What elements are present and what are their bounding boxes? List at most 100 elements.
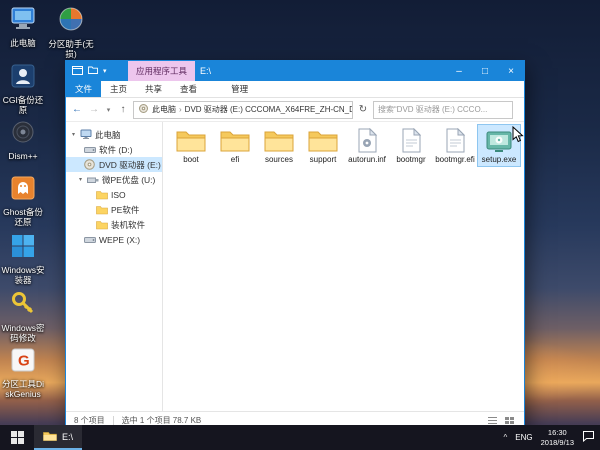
address-bar[interactable]: 此电脑 › DVD 驱动器 (E:) CCCOMA_X64FRE_ZH-CN_D… bbox=[133, 101, 353, 119]
forward-button[interactable]: → bbox=[87, 104, 101, 115]
folder-icon bbox=[264, 127, 294, 153]
file-item-folder[interactable]: support bbox=[301, 124, 345, 167]
tab-file[interactable]: 文件 bbox=[66, 81, 101, 97]
desktop-icon-this-pc[interactable]: 此电脑 bbox=[0, 6, 46, 48]
desktop-icon-windows-installer[interactable]: Windows安装器 bbox=[0, 234, 46, 285]
nav-item-usb-u[interactable]: ▾ 微PE优盘 (U:) bbox=[66, 172, 162, 187]
address-drive-icon bbox=[138, 104, 149, 115]
tab-view[interactable]: 查看 bbox=[171, 81, 206, 97]
file-icon bbox=[446, 127, 465, 153]
ghost-backup-icon bbox=[11, 176, 35, 205]
title-bar[interactable]: ▾ 应用程序工具 E:\ – □ × bbox=[66, 61, 524, 81]
tab-manage[interactable]: 管理 bbox=[222, 81, 257, 97]
file-name: sources bbox=[265, 155, 293, 164]
nav-item-label: 装机软件 bbox=[111, 219, 145, 231]
expand-arrow-icon[interactable]: ▾ bbox=[77, 176, 84, 183]
folder-icon bbox=[176, 127, 206, 153]
windows-logo-icon bbox=[11, 431, 24, 444]
desktop-wallpaper: 此电脑 分区助手(无损) CGI备份还原 Dism++ Ghost备份还原 Wi… bbox=[0, 0, 600, 450]
nav-item-label: PE软件 bbox=[111, 204, 139, 216]
maximize-button[interactable]: □ bbox=[472, 61, 498, 81]
taskbar-explorer-label: E:\ bbox=[62, 432, 73, 442]
action-center-icon[interactable] bbox=[582, 429, 595, 447]
taskbar-clock[interactable]: 16:30 2018/9/13 bbox=[541, 428, 574, 448]
status-divider bbox=[113, 416, 114, 426]
ribbon-tab-row: 文件 主页 共享 查看 管理 bbox=[66, 81, 524, 98]
nav-item-dvd-drive-e[interactable]: DVD 驱动器 (E:) C bbox=[66, 157, 162, 172]
qat-folder-icon[interactable] bbox=[88, 66, 98, 76]
system-tray: ^ ENG 16:30 2018/9/13 bbox=[504, 425, 600, 450]
partition-assistant-icon bbox=[58, 6, 84, 37]
folder-icon bbox=[96, 205, 108, 215]
usb-drive-icon bbox=[87, 175, 99, 185]
breadcrumb-root[interactable]: 此电脑 bbox=[152, 104, 176, 115]
minimize-button[interactable]: – bbox=[446, 61, 472, 81]
nav-item-folder-iso[interactable]: ISO bbox=[66, 187, 162, 202]
language-indicator[interactable]: ENG bbox=[515, 433, 532, 442]
nav-item-label: DVD 驱动器 (E:) C bbox=[99, 159, 162, 171]
desktop-icon-label: 此电脑 bbox=[10, 38, 36, 48]
file-name: bootmgr bbox=[396, 155, 425, 164]
desktop-icon-label: Windows安装器 bbox=[0, 265, 46, 285]
refresh-button[interactable]: ↻ bbox=[356, 104, 370, 115]
nav-item-label: ISO bbox=[111, 190, 126, 200]
file-name: autorun.inf bbox=[348, 155, 386, 164]
nav-item-drive-d[interactable]: 软件 (D:) bbox=[66, 142, 162, 157]
drive-icon bbox=[84, 145, 96, 155]
back-button[interactable]: ← bbox=[70, 104, 84, 115]
tab-home[interactable]: 主页 bbox=[101, 81, 136, 97]
nav-item-label: 软件 (D:) bbox=[99, 144, 133, 156]
window-system-icon[interactable] bbox=[72, 66, 83, 77]
file-item-inf[interactable]: autorun.inf bbox=[345, 124, 389, 167]
desktop-icon-partition-assistant[interactable]: 分区助手(无损) bbox=[48, 6, 94, 59]
desktop-icon-label: 分区工具DiskGenius bbox=[0, 379, 46, 399]
window-title: E:\ bbox=[200, 66, 211, 76]
dism-icon bbox=[11, 120, 35, 149]
file-item-file[interactable]: bootmgr.efi bbox=[433, 124, 477, 167]
close-button[interactable]: × bbox=[498, 61, 524, 81]
tab-share[interactable]: 共享 bbox=[136, 81, 171, 97]
file-item-folder[interactable]: sources bbox=[257, 124, 301, 167]
desktop-icon-dism[interactable]: Dism++ bbox=[0, 120, 46, 161]
file-icon bbox=[402, 127, 421, 153]
up-button[interactable]: ↑ bbox=[116, 104, 130, 115]
desktop-icon-label: Ghost备份还原 bbox=[0, 207, 46, 227]
explorer-main: ▾ 此电脑 软件 (D:) DVD 驱动器 (E:) C ▾ 微PE优盘 (U:… bbox=[66, 122, 524, 411]
qat-dropdown-icon[interactable]: ▾ bbox=[103, 68, 107, 75]
diskgenius-icon: G bbox=[11, 348, 35, 377]
navigation-pane: ▾ 此电脑 软件 (D:) DVD 驱动器 (E:) C ▾ 微PE优盘 (U:… bbox=[66, 122, 163, 411]
nav-item-wepe-x[interactable]: WEPE (X:) bbox=[66, 232, 162, 247]
file-name: efi bbox=[231, 155, 239, 164]
desktop-icon-windows-password[interactable]: Windows密码修改 bbox=[0, 290, 46, 343]
nav-item-this-pc[interactable]: ▾ 此电脑 bbox=[66, 127, 162, 142]
folder-icon bbox=[96, 190, 108, 200]
folder-icon bbox=[308, 127, 338, 153]
hidden-icons-chevron[interactable]: ^ bbox=[504, 433, 508, 442]
file-item-file[interactable]: bootmgr bbox=[389, 124, 433, 167]
file-item-setup-exe[interactable]: setup.exe bbox=[477, 124, 521, 167]
taskbar: E:\ ^ ENG 16:30 2018/9/13 bbox=[0, 425, 600, 450]
desktop-icon-cgi-backup[interactable]: CGI备份还原 bbox=[0, 64, 46, 115]
nav-item-label: WEPE (X:) bbox=[99, 235, 140, 245]
nav-item-label: 此电脑 bbox=[95, 129, 121, 141]
desktop-icon-label: Windows密码修改 bbox=[0, 323, 46, 343]
folder-icon bbox=[96, 220, 108, 230]
file-list-area[interactable]: boot efi sources support autorun.inf bbox=[163, 122, 524, 411]
breadcrumb-current[interactable]: DVD 驱动器 (E:) CCCOMA_X64FRE_ZH-CN_D... bbox=[185, 104, 353, 115]
desktop-icon-diskgenius[interactable]: G 分区工具DiskGenius bbox=[0, 348, 46, 399]
history-dropdown-icon[interactable]: ▾ bbox=[104, 106, 113, 114]
file-item-folder[interactable]: boot bbox=[169, 124, 213, 167]
nav-item-folder-pe[interactable]: PE软件 bbox=[66, 202, 162, 217]
file-name: support bbox=[310, 155, 337, 164]
start-button[interactable] bbox=[0, 425, 34, 450]
desktop-icon-ghost-backup[interactable]: Ghost备份还原 bbox=[0, 176, 46, 227]
file-item-folder[interactable]: efi bbox=[213, 124, 257, 167]
nav-item-folder-zhuangji[interactable]: 装机软件 bbox=[66, 217, 162, 232]
address-toolbar: ← → ▾ ↑ 此电脑 › DVD 驱动器 (E:) CCCOMA_X64FRE… bbox=[66, 98, 524, 122]
file-name: bootmgr.efi bbox=[435, 155, 475, 164]
expand-arrow-icon[interactable]: ▾ bbox=[70, 131, 77, 138]
desktop-icon-label: 分区助手(无损) bbox=[48, 39, 94, 59]
dvd-drive-icon bbox=[84, 159, 96, 170]
search-input[interactable] bbox=[373, 101, 513, 119]
taskbar-explorer-button[interactable]: E:\ bbox=[34, 425, 82, 450]
